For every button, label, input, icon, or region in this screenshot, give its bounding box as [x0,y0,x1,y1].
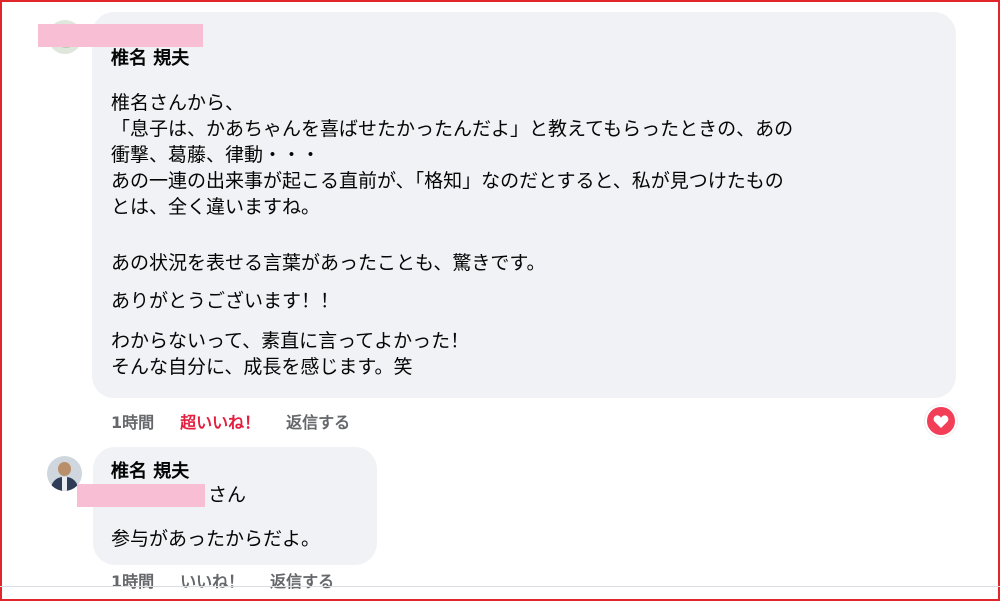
comment-author[interactable]: 椎名 規夫 [111,461,189,483]
comment-line: とは、全く違いますね。 [111,196,321,218]
redaction-mask [77,484,205,507]
comment-paragraph: わからないって、素直に言ってよかった！ そんな自分に、成長を感じます。笑 [111,328,469,380]
redaction-mask [38,24,203,47]
timestamp-link[interactable]: 1時間 [111,409,154,433]
comment-paragraph: ありがとうございます！！ [111,288,339,314]
divider [0,586,1000,587]
comment-actions: 1時間 超いいね！ 返信する [111,409,376,433]
comment-author[interactable]: 椎名 規夫 [111,48,189,70]
reply-button[interactable]: 返信する [286,409,350,433]
comment-paragraph: 椎名さんから、 「息子は、かあちゃんを喜ばせたかったんだよ」と教えてもらったとき… [111,90,793,220]
like-button[interactable]: 超いいね！ [180,409,260,433]
comment-actions: 1時間 いいね！ 返信する [111,568,360,592]
comment-line: 衝撃、葛藤、律動・・・ [111,144,321,166]
comment-paragraph: あの状況を表せる言葉があったことも、驚きです。 [111,250,546,276]
like-button[interactable]: いいね！ [180,568,244,592]
comment-line: あの状況を表せる言葉があったことも、驚きです。 [111,252,546,274]
reply-button[interactable]: 返信する [270,568,334,592]
comment-line: そんな自分に、成長を感じます。笑 [111,356,413,378]
timestamp-link[interactable]: 1時間 [111,568,154,592]
comment-line: わからないって、素直に言ってよかった！ [111,330,470,352]
comment-line: 「息子は、かあちゃんを喜ばせたかったんだよ」と教えてもらったときの、あの [111,118,794,140]
comment-line: あの一連の出来事が起こる直前が、「格知」なのだとすると、私が見つけたもの [111,170,784,192]
comment-text: 参与があったからだよ。 [111,528,321,550]
heart-icon[interactable] [925,405,957,437]
comment-line: 椎名さんから、 [111,92,245,114]
comment-line: ありがとうございます！！ [111,290,340,312]
mention-suffix: さん [208,484,247,506]
